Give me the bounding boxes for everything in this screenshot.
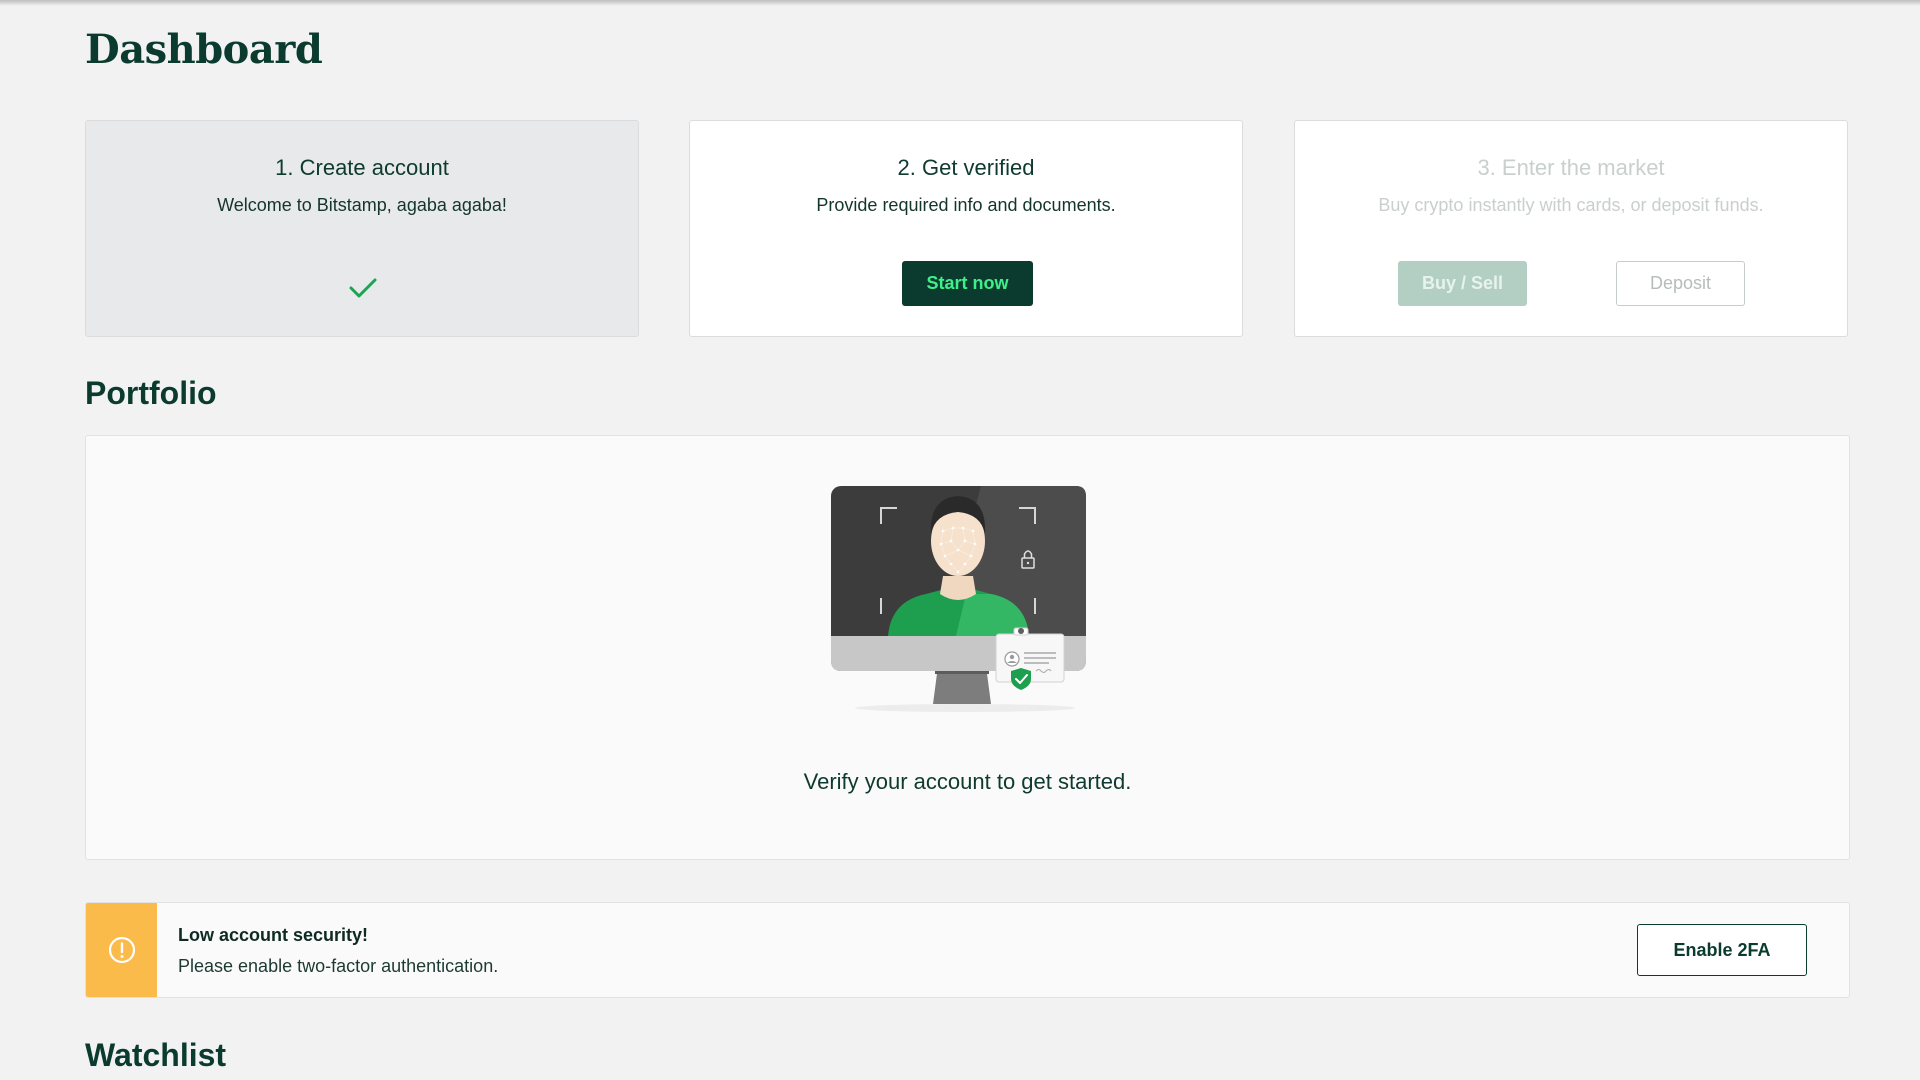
- portfolio-title: Portfolio: [85, 375, 217, 411]
- buy-sell-button[interactable]: Buy / Sell: [1398, 261, 1527, 306]
- step-card-enter-market: 3. Enter the market Buy crypto instantly…: [1294, 120, 1848, 337]
- step-title: 3. Enter the market: [1477, 155, 1665, 180]
- check-icon: [349, 278, 377, 298]
- verify-message: Verify your account to get started.: [803, 769, 1132, 794]
- page-title: Dashboard: [85, 26, 323, 73]
- face-verification-illustration: [831, 486, 1086, 712]
- top-shadow: [0, 0, 1920, 6]
- alert-message: Please enable two-factor authentication.: [178, 956, 499, 976]
- deposit-button[interactable]: Deposit: [1616, 261, 1745, 306]
- step-subtitle: Buy crypto instantly with cards, or depo…: [1378, 195, 1764, 215]
- security-alert-banner: Low account security! Please enable two-…: [85, 902, 1850, 998]
- step-title: 2. Get verified: [897, 155, 1035, 180]
- alert-strip: [86, 903, 157, 997]
- step-subtitle: Provide required info and documents.: [816, 195, 1116, 215]
- step-card-get-verified: 2. Get verified Provide required info an…: [689, 120, 1243, 337]
- enable-2fa-button[interactable]: Enable 2FA: [1637, 924, 1807, 976]
- alert-title: Low account security!: [178, 925, 369, 945]
- step-title: 1. Create account: [275, 155, 449, 180]
- warning-circle-icon: [108, 936, 135, 964]
- start-now-button[interactable]: Start now: [902, 261, 1033, 306]
- watchlist-title: Watchlist: [85, 1037, 227, 1073]
- step-card-create-account: 1. Create account Welcome to Bitstamp, a…: [85, 120, 639, 337]
- portfolio-card: Verify your account to get started.: [85, 435, 1850, 860]
- step-subtitle: Welcome to Bitstamp, agaba agaba!: [217, 195, 507, 215]
